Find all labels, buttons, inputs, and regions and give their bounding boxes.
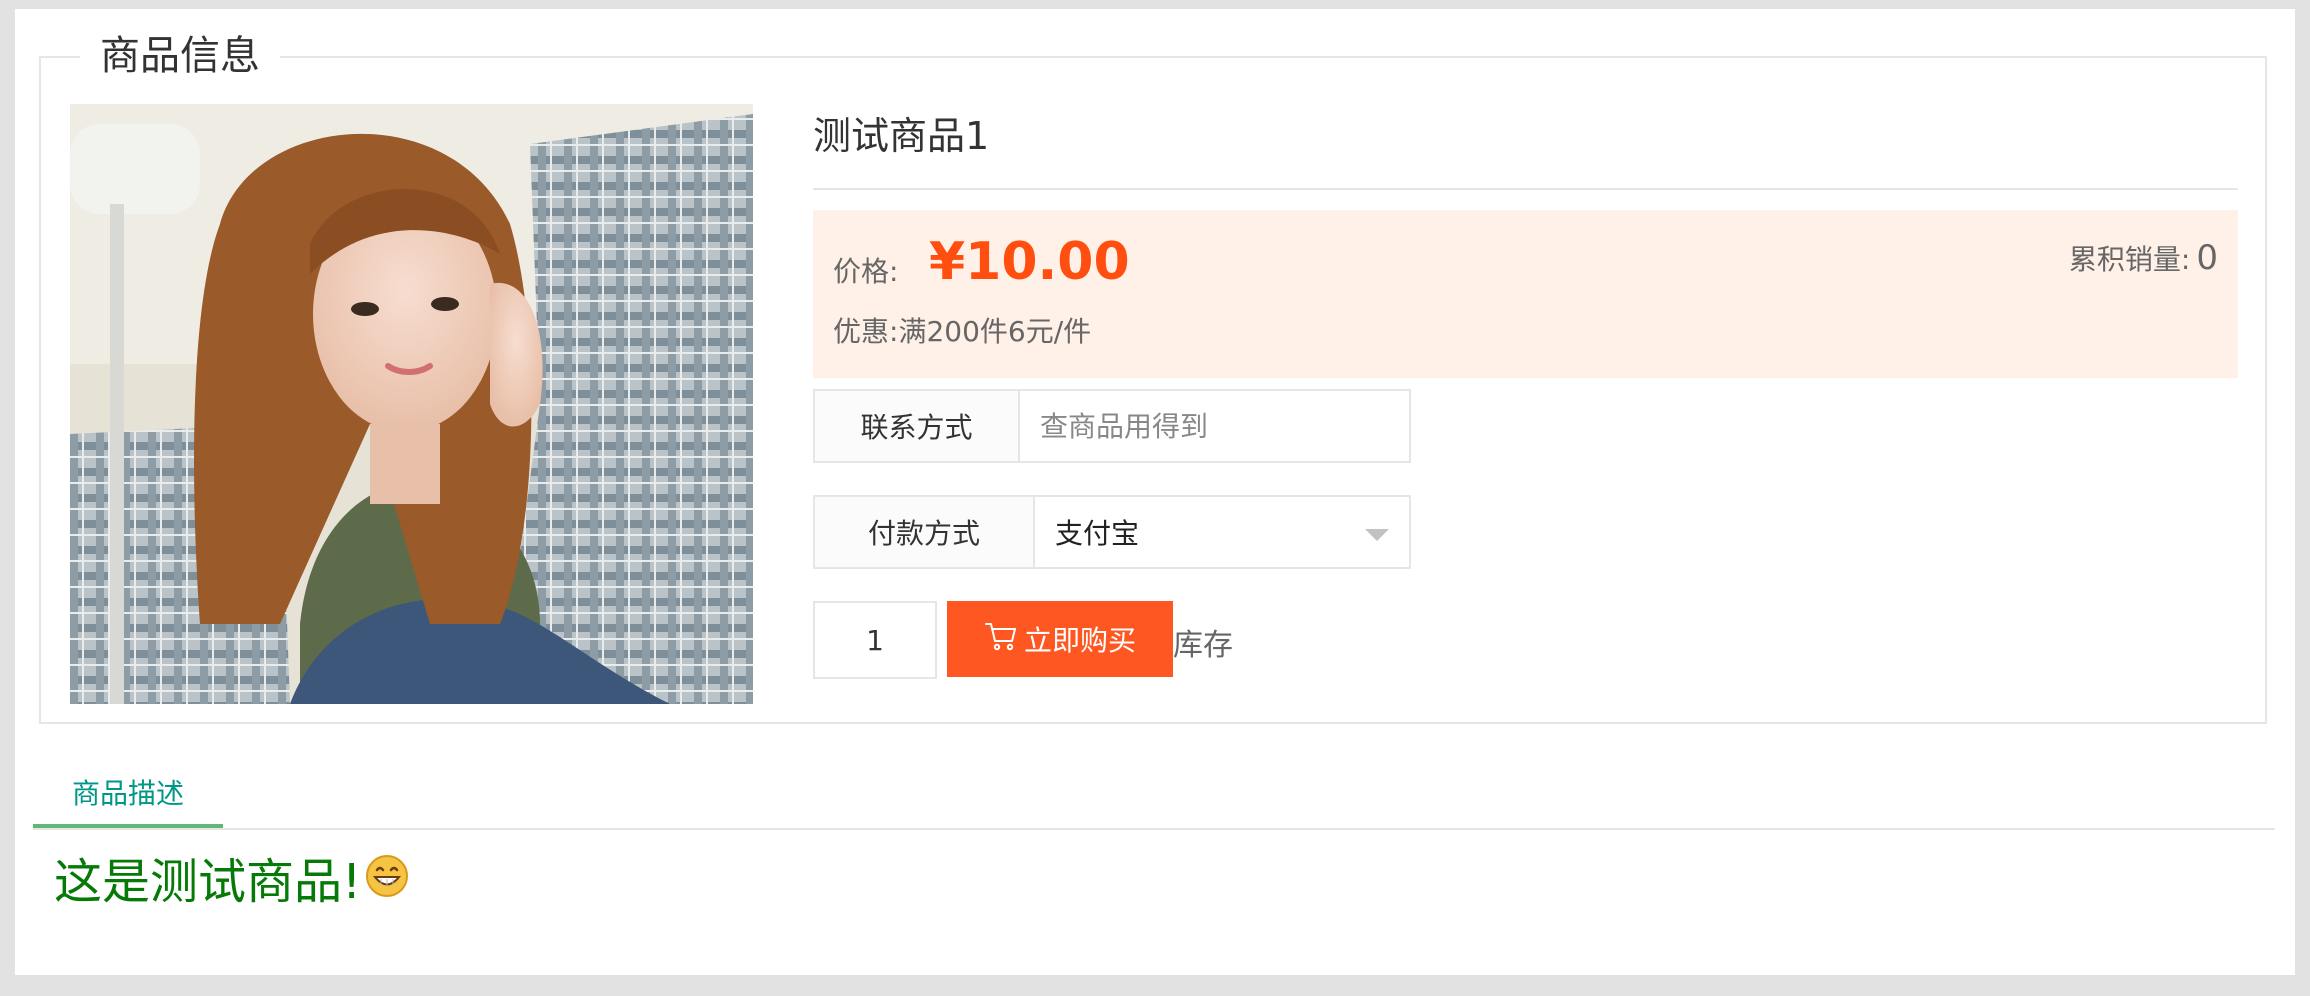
discount-value: 满200件6元/件 [898,315,1092,348]
buy-now-label: 立即购买 [1023,624,1136,657]
contact-label: 联系方式 [815,391,1020,461]
price-label: 价格: [833,255,899,288]
product-image [70,104,753,704]
chevron-down-icon [1365,529,1389,541]
product-title: 测试商品1 [813,114,990,158]
payment-selected-value: 支付宝 [1055,517,1140,550]
payment-label: 付款方式 [815,497,1035,567]
contact-row: 联系方式 [813,389,1411,463]
contact-input[interactable] [1020,391,1409,461]
grinning-face-icon [365,850,409,914]
stock-label: 库存 [1173,628,1233,663]
payment-select[interactable]: 支付宝 [1035,497,1409,567]
tab-bar: 商品描述 [33,760,2275,830]
tab-description[interactable]: 商品描述 [33,760,223,828]
price-value: ¥10.00 [929,232,1130,292]
discount-label: 优惠: [833,315,899,348]
discount-row: 优惠:满200件6元/件 [833,310,1091,350]
sales-label: 累积销量: [2068,243,2191,276]
price-panel: 价格: ¥10.00 优惠:满200件6元/件 累积销量: 0 [813,210,2238,378]
buy-now-button[interactable]: 立即购买 [947,601,1173,677]
sales-count-row: 累积销量: 0 [2069,238,2218,278]
product-info-legend: 商品信息 [80,28,280,84]
product-description: 这是测试商品! [54,850,409,914]
cart-icon [984,621,1018,658]
description-text: 这是测试商品! [54,854,362,910]
quantity-input[interactable] [813,601,937,679]
title-divider [813,188,2238,190]
sales-count: 0 [2196,238,2218,278]
payment-row: 付款方式 支付宝 [813,495,1411,569]
